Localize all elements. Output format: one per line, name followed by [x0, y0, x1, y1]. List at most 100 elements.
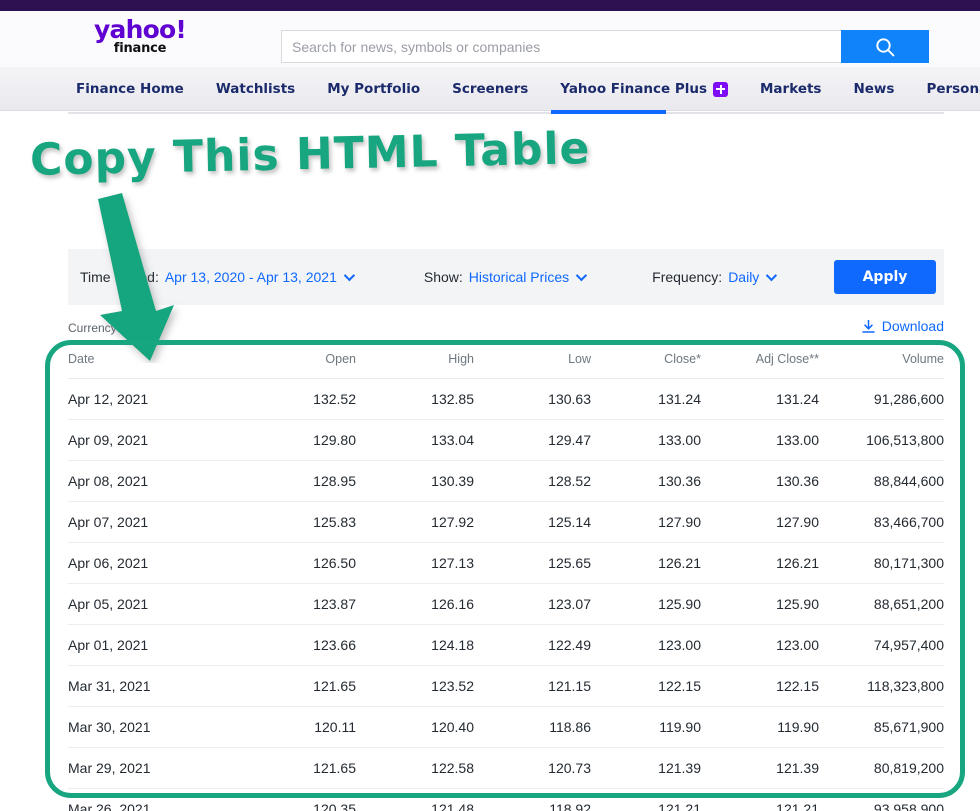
cell-volume: 91,286,600 — [819, 378, 944, 420]
cell-volume: 88,844,600 — [819, 460, 944, 502]
nav-item-news[interactable]: News — [837, 81, 910, 97]
cell-close: 121.39 — [591, 747, 701, 789]
nav-item-list: Finance Home Watchlists My Portfolio Scr… — [60, 67, 980, 111]
cell-date: Apr 12, 2021 — [68, 378, 238, 420]
column-header-high[interactable]: High — [356, 352, 474, 379]
table-body: Apr 12, 2021 132.52 132.85 130.63 131.24 131.… — [68, 378, 944, 811]
download-link[interactable]: Download — [861, 318, 944, 334]
search-input[interactable] — [281, 30, 841, 63]
cell-close: 127.90 — [591, 501, 701, 543]
cell-adj-close: 130.36 — [701, 460, 819, 502]
table-row: Mar 26, 2021 120.35 121.48 118.92 121.21 121.… — [68, 788, 944, 811]
cell-volume: 80,819,200 — [819, 747, 944, 789]
nav-item-yahoo-finance-plus[interactable]: Yahoo Finance Plus — [544, 81, 744, 97]
search-icon — [876, 37, 895, 56]
cell-open: 121.65 — [238, 747, 356, 789]
cell-close: 121.21 — [591, 788, 701, 811]
cell-high: 123.52 — [356, 665, 474, 707]
cell-date: Apr 06, 2021 — [68, 542, 238, 584]
cell-open: 132.52 — [238, 378, 356, 420]
cell-date: Apr 01, 2021 — [68, 624, 238, 666]
cell-high: 130.39 — [356, 460, 474, 502]
cell-date: Mar 26, 2021 — [68, 788, 238, 811]
chevron-down-icon[interactable] — [575, 269, 588, 282]
search-button[interactable] — [841, 30, 929, 63]
frequency-value[interactable]: Daily — [728, 269, 759, 285]
show-control[interactable]: Show: Historical Prices — [423, 269, 588, 285]
time-period-control[interactable]: Time Period: Apr 13, 2020 - Apr 13, 2021 — [80, 269, 355, 285]
cell-open: 121.65 — [238, 665, 356, 707]
show-value[interactable]: Historical Prices — [469, 269, 569, 285]
cell-low: 123.07 — [474, 583, 591, 625]
download-icon — [861, 319, 875, 333]
cell-volume: 83,466,700 — [819, 501, 944, 543]
cell-adj-close: 126.21 — [701, 542, 819, 584]
table-row: Apr 12, 2021 132.52 132.85 130.63 131.24 131.… — [68, 378, 944, 420]
cell-low: 130.63 — [474, 378, 591, 420]
cell-low: 121.15 — [474, 665, 591, 707]
cell-open: 126.50 — [238, 542, 356, 584]
frequency-control[interactable]: Frequency: Daily — [652, 269, 778, 285]
column-header-open[interactable]: Open — [238, 352, 356, 379]
history-filter-bar: Time Period: Apr 13, 2020 - Apr 13, 2021… — [68, 249, 944, 305]
column-header-volume[interactable]: Volume — [819, 352, 944, 379]
cell-low: 122.49 — [474, 624, 591, 666]
cell-date: Apr 09, 2021 — [68, 419, 238, 461]
cell-close: 123.00 — [591, 624, 701, 666]
column-header-adj-close[interactable]: Adj Close** — [701, 352, 819, 379]
nav-item-my-portfolio[interactable]: My Portfolio — [311, 81, 436, 97]
nav-label: Watchlists — [215, 81, 296, 97]
column-header-low[interactable]: Low — [474, 352, 591, 379]
cell-adj-close: 125.90 — [701, 583, 819, 625]
cell-open: 128.95 — [238, 460, 356, 502]
nav-item-finance-home[interactable]: Finance Home — [60, 81, 200, 97]
cell-high: 127.92 — [356, 501, 474, 543]
cell-low: 128.52 — [474, 460, 591, 502]
logo-subtext: finance — [113, 41, 167, 56]
column-header-close[interactable]: Close* — [591, 352, 701, 379]
nav-item-personal-finance[interactable]: Personal Finance — [910, 81, 980, 97]
cell-adj-close: 123.00 — [701, 624, 819, 666]
cell-date: Apr 07, 2021 — [68, 501, 238, 543]
cell-date: Apr 08, 2021 — [68, 460, 238, 502]
table-row: Apr 05, 2021 123.87 126.16 123.07 125.90 125.… — [68, 583, 944, 625]
cell-close: 122.15 — [591, 665, 701, 707]
cell-close: 125.90 — [591, 583, 701, 625]
top-purple-bar — [0, 0, 980, 11]
page-root: yahoo! finance Finance Home Watchlists M… — [0, 0, 980, 811]
show-label: Show: — [423, 269, 463, 285]
cell-high: 126.16 — [356, 583, 474, 625]
cell-date: Mar 30, 2021 — [68, 706, 238, 748]
cell-close: 133.00 — [591, 419, 701, 461]
nav-item-watchlists[interactable]: Watchlists — [200, 81, 311, 97]
chevron-down-icon[interactable] — [766, 269, 778, 282]
yahoo-finance-logo[interactable]: yahoo! finance — [92, 17, 188, 61]
nav-label: News — [853, 81, 895, 97]
table-header-row: Date Open High Low Close* Adj Close** Vo… — [68, 352, 944, 379]
apply-button[interactable]: Apply — [834, 260, 936, 294]
cell-low: 125.65 — [474, 542, 591, 584]
column-header-date[interactable]: Date — [68, 352, 238, 379]
plus-badge-icon — [713, 81, 728, 97]
cell-open: 120.11 — [238, 706, 356, 748]
currency-note: Currency in USD — [68, 321, 159, 335]
time-period-value[interactable]: Apr 13, 2020 - Apr 13, 2021 — [165, 269, 337, 285]
cell-high: 124.18 — [356, 624, 474, 666]
nav-item-screeners[interactable]: Screeners — [436, 81, 544, 97]
cell-open: 123.66 — [238, 624, 356, 666]
cell-volume: 80,171,300 — [819, 542, 944, 584]
cell-high: 127.13 — [356, 542, 474, 584]
cell-volume: 93,958,900 — [819, 788, 944, 811]
historical-data-table: Date Open High Low Close* Adj Close** Vo… — [68, 352, 944, 811]
chevron-down-icon[interactable] — [343, 269, 355, 282]
cell-volume: 85,671,900 — [819, 706, 944, 748]
masthead: yahoo! finance — [0, 11, 980, 67]
cell-date: Mar 31, 2021 — [68, 665, 238, 707]
cell-low: 118.92 — [474, 788, 591, 811]
logo-exclamation: ! — [175, 15, 186, 44]
nav-item-markets[interactable]: Markets — [744, 81, 837, 97]
cell-open: 125.83 — [238, 501, 356, 543]
cell-low: 118.86 — [474, 706, 591, 748]
cell-volume: 74,957,400 — [819, 624, 944, 666]
table-row: Apr 08, 2021 128.95 130.39 128.52 130.36 130.… — [68, 460, 944, 502]
